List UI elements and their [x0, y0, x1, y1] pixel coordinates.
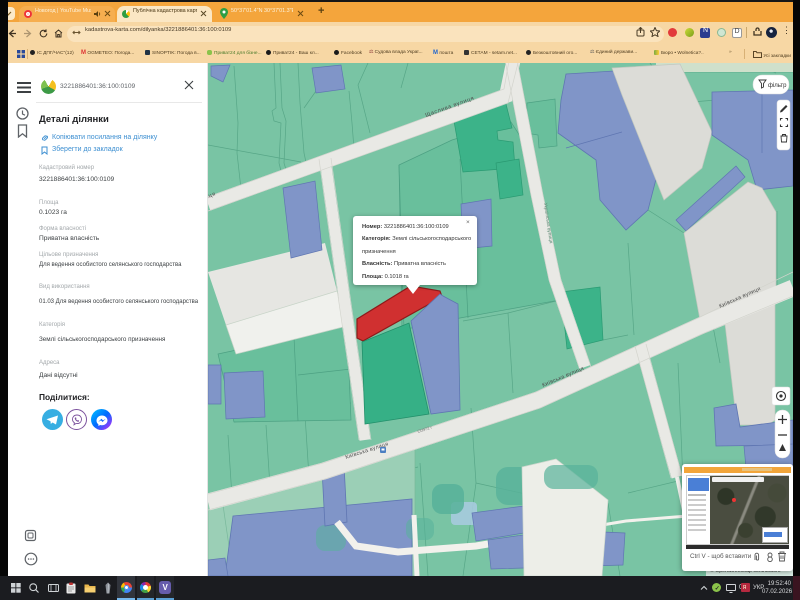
svg-text:фільтр: фільтр: [768, 83, 787, 89]
